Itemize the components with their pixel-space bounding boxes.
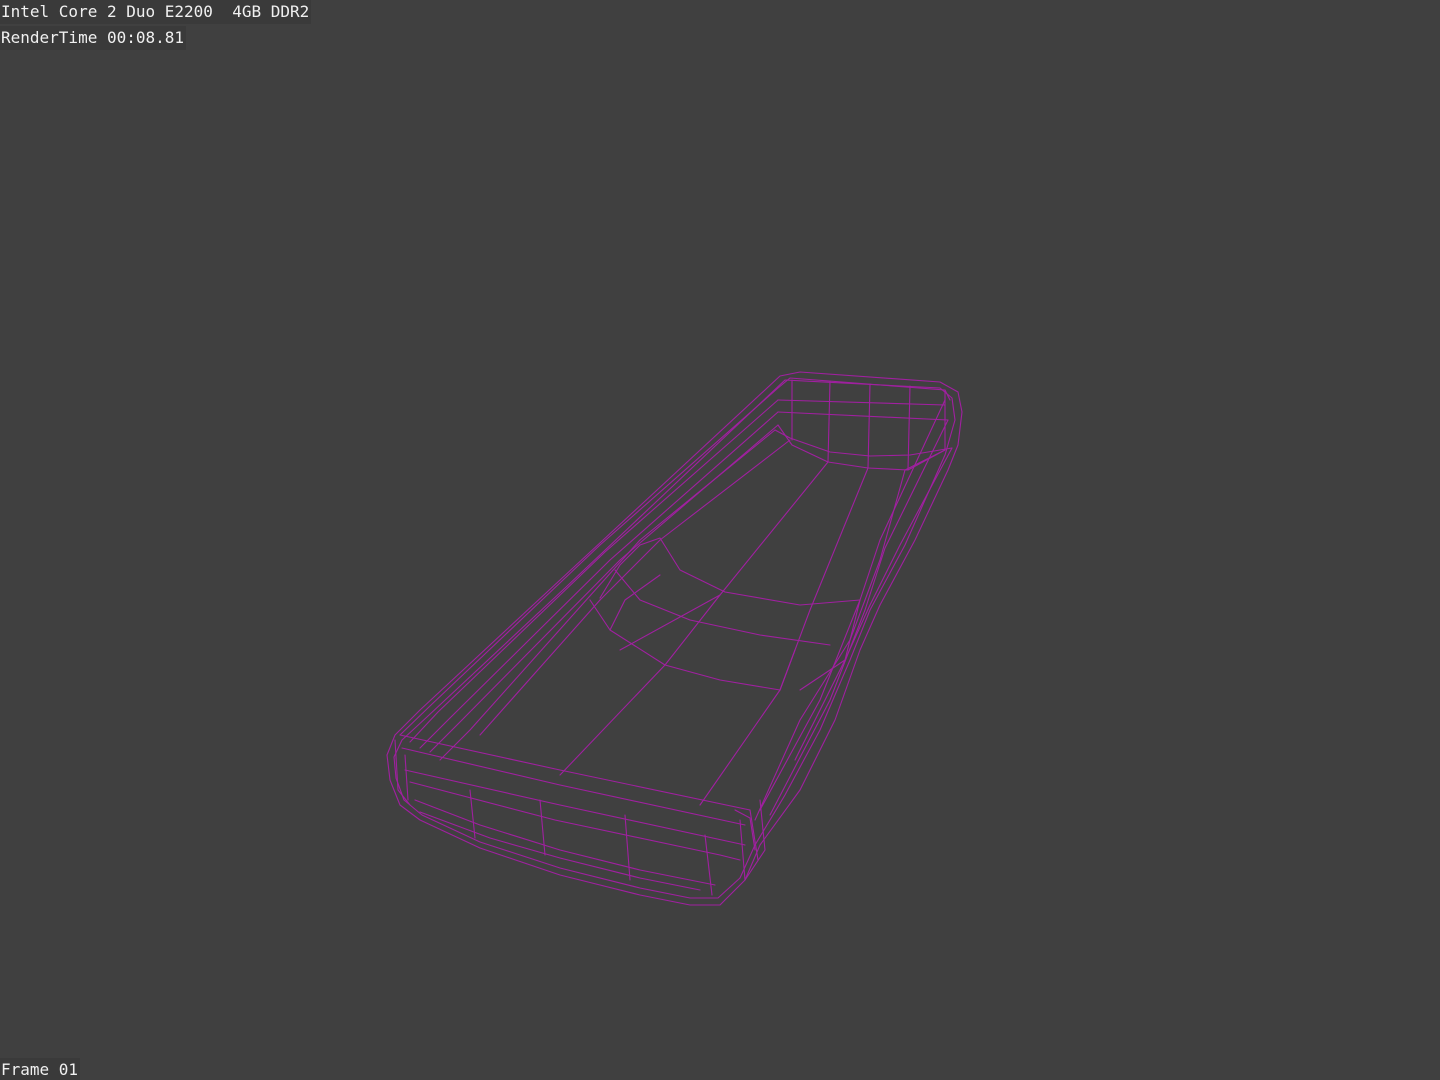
- frame-number-label: Frame 01: [0, 1058, 81, 1080]
- mesh-near-rim: [399, 734, 751, 811]
- mesh-outer-edge-2: [393, 379, 956, 899]
- wireframe-mesh: [386, 371, 963, 906]
- mesh-mid-ring: [589, 599, 796, 691]
- render-time-label: RenderTime 00:08.81: [0, 26, 187, 50]
- mesh-top-rim-inner: [777, 424, 946, 471]
- hardware-info-label: Intel Core 2 Duo E2200 4GB DDR2: [0, 0, 312, 24]
- mesh-floor-lines: [659, 439, 791, 541]
- render-viewport[interactable]: Intel Core 2 Duo E2200 4GB DDR2 RenderTi…: [0, 0, 1440, 1080]
